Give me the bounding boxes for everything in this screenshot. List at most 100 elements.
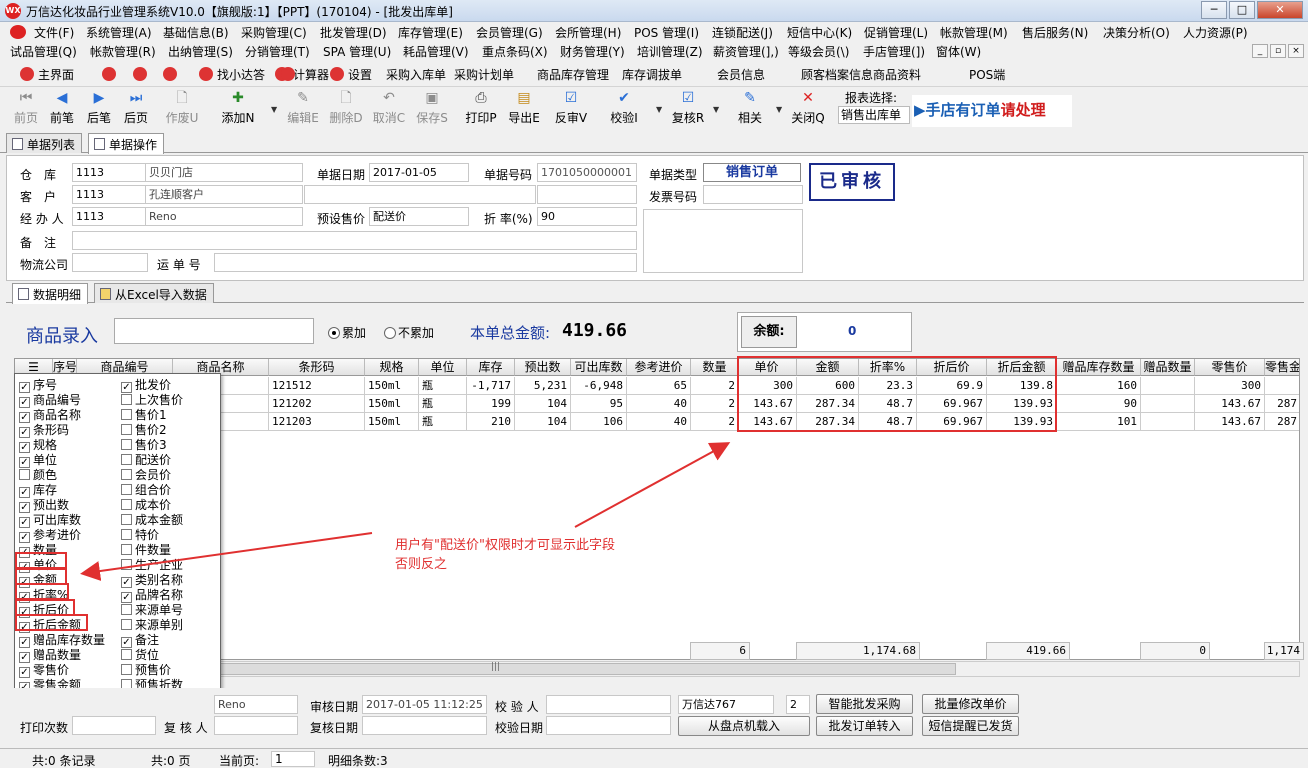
grid-header[interactable]: 库存 <box>467 359 515 376</box>
customer-code-field[interactable]: 1113 <box>72 185 146 204</box>
menu-item[interactable]: 会所管理(H) <box>555 24 621 41</box>
quick-item[interactable]: 库存调拔单 <box>622 66 682 83</box>
column-option[interactable]: ✓ 类别名称 <box>121 573 183 588</box>
smart-purchase-button[interactable]: 智能批发采购 <box>816 694 913 714</box>
waybill-field[interactable] <box>214 253 637 272</box>
grid-header[interactable]: 数量 <box>691 359 739 376</box>
accumulate-radio[interactable]: 累加 <box>328 324 366 341</box>
warehouse-code-field[interactable]: 1113 <box>72 163 146 182</box>
minimize-button[interactable]: ─ <box>1201 1 1227 19</box>
verify-button[interactable]: ✔ 校验I <box>602 87 646 129</box>
menu-item[interactable]: 促销管理(L) <box>864 24 928 41</box>
menu-item[interactable]: 重点条码(X) <box>482 43 548 60</box>
column-option[interactable]: ✓ 备注 <box>121 633 159 648</box>
preset-price-field[interactable]: 配送价 <box>369 207 469 226</box>
notes-box[interactable] <box>643 209 803 273</box>
mdi-restore-button[interactable]: ▫ <box>1270 44 1286 58</box>
tab-document-operation[interactable]: 单据操作 <box>88 133 165 154</box>
logistics-field[interactable] <box>72 253 148 272</box>
column-option[interactable]: ✓ 商品编号 <box>19 393 81 408</box>
menu-item[interactable]: 系统管理(A) <box>86 24 152 41</box>
operator-field[interactable]: 万信达767 <box>678 695 774 714</box>
column-option[interactable]: ✓ 商品名称 <box>19 408 81 423</box>
related-button[interactable]: ✎ 相关 <box>728 87 772 129</box>
column-option[interactable]: ✓ 赠品数量 <box>19 648 81 663</box>
column-option[interactable]: 生产企业 <box>121 558 183 573</box>
unaudit-button[interactable]: ☑ 反审V <box>549 87 593 129</box>
column-option[interactable]: 上次售价 <box>121 393 183 408</box>
menu-item[interactable]: 窗体(W) <box>936 43 981 60</box>
menu-item[interactable]: POS 管理(I) <box>634 24 699 41</box>
menu-item[interactable]: 等级会员(\) <box>788 43 849 60</box>
column-option[interactable]: ✓ 单位 <box>19 453 57 468</box>
product-entry-input[interactable] <box>114 318 314 344</box>
tab-excel-import[interactable]: 从Excel导入数据 <box>94 283 214 303</box>
menu-item[interactable]: 连锁配送(J) <box>712 24 773 41</box>
related-dropdown-icon[interactable]: ▼ <box>776 105 782 114</box>
grid-header[interactable]: 参考进价 <box>627 359 691 376</box>
report-select[interactable]: 销售出库单 <box>838 106 910 124</box>
transfer-order-button[interactable]: 批发订单转入 <box>816 716 913 736</box>
maximize-button[interactable]: □ <box>1229 1 1255 19</box>
no-accumulate-radio[interactable]: 不累加 <box>384 324 434 341</box>
grid-header[interactable]: 可出库数 <box>571 359 627 376</box>
menu-item[interactable]: 出纳管理(S) <box>168 43 233 60</box>
tab-data-detail[interactable]: 数据明细 <box>12 283 89 304</box>
invoice-field[interactable] <box>703 185 803 204</box>
export-button[interactable]: ▤ 导出E <box>502 87 546 129</box>
grid-header[interactable]: 单位 <box>419 359 467 376</box>
column-option[interactable]: ✓ 库存 <box>19 483 57 498</box>
save-button[interactable]: ▣ 保存S <box>410 87 454 129</box>
recheck-dropdown-icon[interactable]: ▼ <box>713 105 719 114</box>
batch-edit-price-button[interactable]: 批量修改单价 <box>922 694 1019 714</box>
close-window-button[interactable]: ✕ <box>1257 1 1303 19</box>
balance-button[interactable]: 余额: <box>741 316 797 348</box>
void-button[interactable]: 🗋 作废U <box>160 87 204 129</box>
column-option[interactable]: 售价2 <box>121 423 167 438</box>
cancel-button[interactable]: ↶ 取消C <box>367 87 411 129</box>
grid-header[interactable]: 赠品库存数量 <box>1057 359 1141 376</box>
lock-icon[interactable] <box>102 67 116 81</box>
grid-header[interactable]: 规格 <box>365 359 419 376</box>
quick-item[interactable]: POS端 <box>969 66 1005 83</box>
tab-document-list[interactable]: 单据列表 <box>6 133 83 153</box>
column-option[interactable]: ✓ 条形码 <box>19 423 69 438</box>
column-option[interactable]: ✓ 零售价 <box>19 663 69 678</box>
column-option[interactable]: 特价 <box>121 528 159 543</box>
remark-field[interactable] <box>72 231 637 250</box>
column-option[interactable]: 来源单号 <box>121 603 183 618</box>
column-option[interactable]: 配送价 <box>121 453 171 468</box>
menu-item[interactable]: 文件(F) <box>34 24 74 41</box>
column-option[interactable]: 售价1 <box>121 408 167 423</box>
recheck-button[interactable]: ☑ 复核R <box>666 87 710 129</box>
column-option[interactable]: ✓ 序号 <box>19 378 57 393</box>
column-option[interactable]: 成本金额 <box>121 513 183 528</box>
column-option[interactable]: 件数量 <box>121 543 171 558</box>
column-option[interactable]: ✓ 批发价 <box>121 378 171 393</box>
menu-item[interactable]: 帐款管理(M) <box>940 24 1008 41</box>
column-option[interactable]: 预售价 <box>121 663 171 678</box>
column-option[interactable]: 货位 <box>121 648 159 663</box>
column-option[interactable]: 成本价 <box>121 498 171 513</box>
quick-item[interactable]: 采购计划单 <box>454 66 514 83</box>
column-option[interactable]: ✓ 可出库数 <box>19 513 81 528</box>
menu-item[interactable]: 库存管理(E) <box>398 24 463 41</box>
menu-item[interactable]: SPA 管理(U) <box>323 43 391 60</box>
grid-header[interactable]: 赠品数量 <box>1141 359 1195 376</box>
menu-item[interactable]: 耗品管理(V) <box>403 43 469 60</box>
menu-item[interactable]: 基础信息(B) <box>163 24 229 41</box>
quick-item[interactable]: 顾客档案信息 <box>801 66 873 83</box>
discount-field[interactable]: 90 <box>537 207 637 226</box>
print-button[interactable]: ⎙ 打印P <box>459 87 503 129</box>
chat-icon[interactable] <box>133 67 147 81</box>
quick-item[interactable]: 找小达答 <box>199 66 265 83</box>
quick-item[interactable]: 采购入库单 <box>386 66 446 83</box>
menu-item[interactable]: 批发管理(D) <box>320 24 387 41</box>
house-icon[interactable] <box>281 67 295 81</box>
column-option[interactable]: ✓ 规格 <box>19 438 57 453</box>
quick-item[interactable]: 设置 <box>330 66 372 83</box>
menu-item[interactable]: 薪资管理(],) <box>713 43 779 60</box>
menu-item[interactable]: 会员管理(G) <box>476 24 543 41</box>
menu-item[interactable]: 财务管理(Y) <box>560 43 625 60</box>
column-option[interactable]: 组合价 <box>121 483 171 498</box>
